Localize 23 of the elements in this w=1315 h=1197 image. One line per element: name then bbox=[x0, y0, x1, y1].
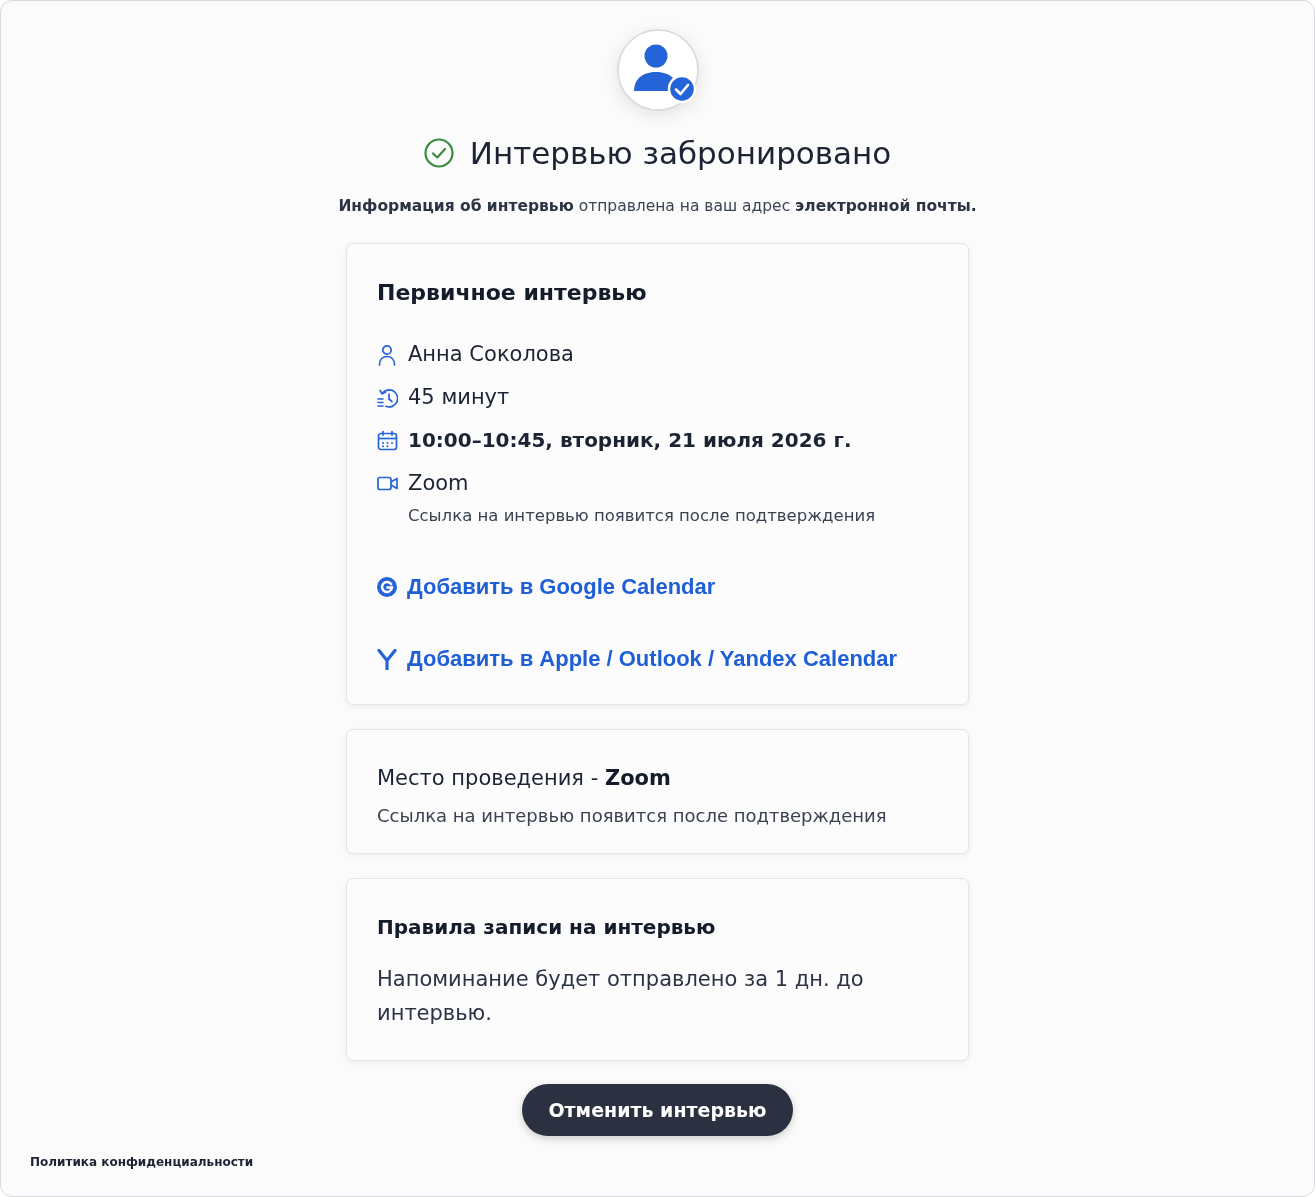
interviewer-name: Анна Соколова bbox=[408, 341, 574, 368]
reminder-text: Напоминание будет отправлено за 1 дн. до интервью. bbox=[377, 966, 865, 1027]
person-icon bbox=[377, 344, 398, 366]
clock-history-icon bbox=[377, 387, 398, 409]
card-title: Правила записи на интервью bbox=[377, 914, 717, 941]
g-logo-icon bbox=[377, 576, 397, 598]
cancel-button[interactable]: Отменить интервью bbox=[522, 1084, 793, 1136]
confirmation-message: Информация об интервью отправлена на ваш адрес электронной почты. bbox=[338, 196, 977, 217]
link-note: Ссылка на интервью появится после подтверждения bbox=[377, 804, 888, 828]
page-title: Интервью забронировано bbox=[469, 134, 892, 173]
link-note: Ссылка на интервью появится после подтверждения bbox=[408, 505, 876, 527]
duration-text: 45 минут bbox=[408, 384, 510, 411]
calendar-icon bbox=[377, 430, 398, 452]
verified-user-icon bbox=[616, 29, 699, 111]
google-calendar-link[interactable]: Добавить в Google Calendar bbox=[377, 572, 716, 602]
location-text: Место проведения - Zoom bbox=[377, 765, 672, 792]
other-calendar-link[interactable]: Добавить в Apple / Outlook / Yandex Calendar bbox=[377, 644, 898, 674]
location-text: Zoom bbox=[408, 470, 470, 497]
y-logo-icon bbox=[377, 648, 397, 670]
date-time-text: 10:00–10:45, вторник, 21 июля 2026 г. bbox=[408, 427, 852, 454]
card-title: Первичное интервью bbox=[377, 279, 648, 307]
check-circle-icon bbox=[423, 138, 454, 168]
privacy-policy-link[interactable]: Политика конфиденциальности bbox=[30, 1155, 254, 1169]
